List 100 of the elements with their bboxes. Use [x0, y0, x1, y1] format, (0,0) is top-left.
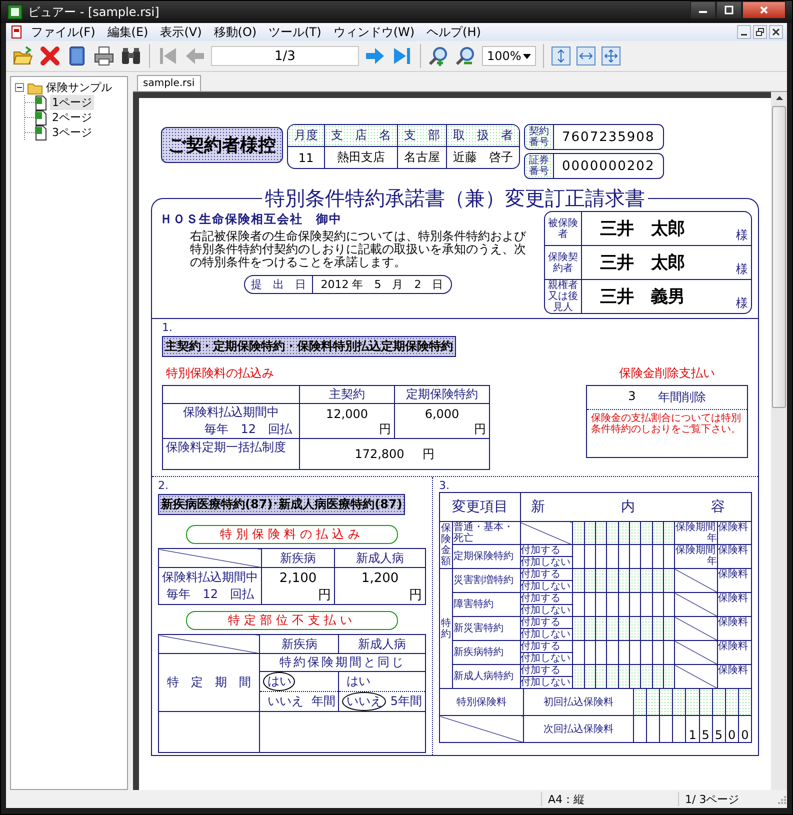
honorific: 様 — [736, 295, 748, 312]
last-page-icon[interactable] — [391, 45, 413, 67]
open-folder-icon[interactable] — [12, 45, 34, 67]
table-cell: 熱田支店 — [325, 147, 398, 168]
person-name: 三井 太郎 — [600, 253, 685, 273]
minimize-button[interactable] — [690, 1, 716, 19]
collapse-icon[interactable] — [15, 83, 24, 92]
menu-item[interactable]: 編集(E) — [102, 24, 154, 40]
tree-item[interactable]: 保険サンプル — [46, 80, 112, 95]
column-header: 新成人病 — [334, 548, 426, 568]
section-heading: 主契約・定期保険特約・保険料特別払込定期保険特約 — [162, 336, 456, 357]
menu-item[interactable]: ヘルプ(H) — [422, 24, 486, 40]
stamp-label: ご契約者様控 — [161, 127, 283, 163]
status-text: 1/ 3ページ — [678, 792, 775, 806]
option-label: 付加する — [520, 616, 573, 628]
column-header: 取 扱 者 — [447, 125, 519, 147]
body-text: 右記被保険者の生命保険契約については、特別条件特約および特別条件特約付契約のしおりに記載の取扱いを承知のうえ、次の特別条件をつけることを承諾します。 — [190, 230, 528, 269]
row-label: 毎年 12 回払 — [166, 586, 255, 603]
close-button[interactable] — [742, 1, 786, 19]
field-label: 提 出 日 — [244, 276, 313, 293]
option-label: いいえ — [342, 692, 386, 711]
fit-width-icon[interactable] — [576, 46, 596, 66]
fit-page-icon[interactable] — [601, 46, 621, 66]
row-label: 普通・基本・死亡 — [452, 522, 520, 544]
table-cell: 11 — [288, 147, 325, 168]
column-header: 新 内 容 — [520, 492, 752, 522]
option-label: 付加する — [520, 592, 573, 604]
column-header: 月度 — [288, 125, 325, 147]
column-header: 定期保険特約 — [394, 386, 490, 404]
field-label: 保険料 — [718, 641, 749, 652]
role-label: 親権者又は後見人 — [548, 280, 578, 313]
row-label: 災害割増特約 — [452, 568, 520, 592]
maximize-button[interactable] — [716, 1, 742, 19]
close-icon[interactable] — [39, 45, 61, 67]
column-header: 支 店 名 — [325, 125, 398, 147]
tree-item[interactable]: 2ページ — [50, 110, 94, 125]
subsection-title: 特別保険料の払込み — [166, 365, 275, 382]
role-label: 保険契約者 — [548, 252, 578, 274]
status-text: A4：縦 — [541, 792, 678, 806]
field-label: 証券番号 — [525, 154, 554, 178]
column-header: 新成人病 — [338, 634, 426, 654]
up-arrow-icon[interactable] — [776, 96, 782, 100]
printer-icon[interactable] — [93, 45, 115, 67]
row-label: 特別保険料 — [440, 689, 524, 716]
page-icon — [34, 110, 48, 126]
zoom-out-icon[interactable] — [455, 45, 477, 67]
digit: 5 — [714, 728, 722, 742]
section-heading: 新疾病医療特約(87)･新成人病医療特約(87) — [158, 494, 406, 515]
binoculars-icon[interactable] — [120, 45, 142, 67]
right-arrow-icon[interactable] — [364, 45, 386, 67]
option-label: 付加しない — [520, 628, 573, 640]
resize-grip-icon[interactable] — [775, 793, 787, 805]
field-label: 保険料 — [718, 569, 749, 580]
amount-value: 1,200 — [360, 571, 400, 586]
date-value: 2012 年 5 月 2 日 — [320, 277, 444, 293]
row-label: 毎年 12 回払 — [204, 421, 293, 438]
zoom-dropdown[interactable]: 100% — [482, 46, 536, 66]
group-label: 特約 — [441, 618, 452, 640]
caret-icon — [523, 54, 531, 58]
person-name: 三井 太郎 — [600, 219, 685, 239]
zoom-in-icon[interactable] — [428, 45, 450, 67]
unit-label: 年間削除 — [658, 389, 706, 406]
years-value: 3 — [628, 389, 636, 405]
page-field[interactable]: 1/3 — [211, 46, 359, 66]
menu-item[interactable]: ファイル(F) — [26, 24, 100, 40]
unit-label: 円 — [408, 587, 422, 604]
amount-value: 6,000 — [424, 407, 460, 421]
section-number: 2. — [158, 479, 170, 492]
fit-height-icon[interactable] — [551, 46, 571, 66]
scroll-thumb[interactable] — [772, 106, 786, 408]
field-label: 保険期間 — [675, 522, 716, 533]
note-text: 保険金の支払割合については特別条件特約のしおりをご覧下さい。 — [590, 412, 742, 437]
table-cell-text: 近藤 啓子 — [452, 149, 514, 166]
tree-item[interactable]: 1ページ — [50, 95, 94, 110]
page-icon — [34, 94, 48, 110]
option-label: 付加する — [520, 664, 573, 676]
digit: 0 — [728, 728, 736, 742]
menu-item[interactable]: 移動(O) — [208, 24, 262, 40]
unit-label: 円 — [473, 421, 486, 438]
column-header: 変更項目 — [440, 492, 520, 522]
unit-label: 円 — [317, 587, 332, 604]
field-label: 保険料 — [718, 593, 749, 604]
page-icon — [34, 124, 48, 140]
minimize-button[interactable] — [737, 25, 751, 39]
row-label: 保険料定期一括払制度 — [162, 438, 300, 470]
column-header: 新疾病 — [260, 634, 339, 654]
option-label: 付加する — [520, 640, 573, 652]
tab[interactable]: sample.rsi — [137, 75, 201, 91]
option-label: 付加しない — [520, 604, 573, 616]
addressee: ＨＯＳ生命保険相互会社 御中 — [160, 211, 343, 228]
honorific: 様 — [736, 227, 748, 244]
menu-item[interactable]: 表示(V) — [155, 24, 207, 40]
menu-item[interactable]: ツール(T) — [264, 24, 326, 40]
document-title: 特別条件特約承諾書（兼）変更訂正請求書 — [264, 185, 646, 211]
restore-button[interactable] — [753, 25, 767, 39]
unit-label: 円 — [378, 421, 391, 438]
subsection-title: 特別保険料の払込み — [186, 525, 398, 544]
tree-item[interactable]: 3ページ — [50, 125, 94, 140]
menu-item[interactable]: ウィンドウ(W) — [328, 24, 420, 40]
close-button[interactable] — [769, 25, 783, 39]
